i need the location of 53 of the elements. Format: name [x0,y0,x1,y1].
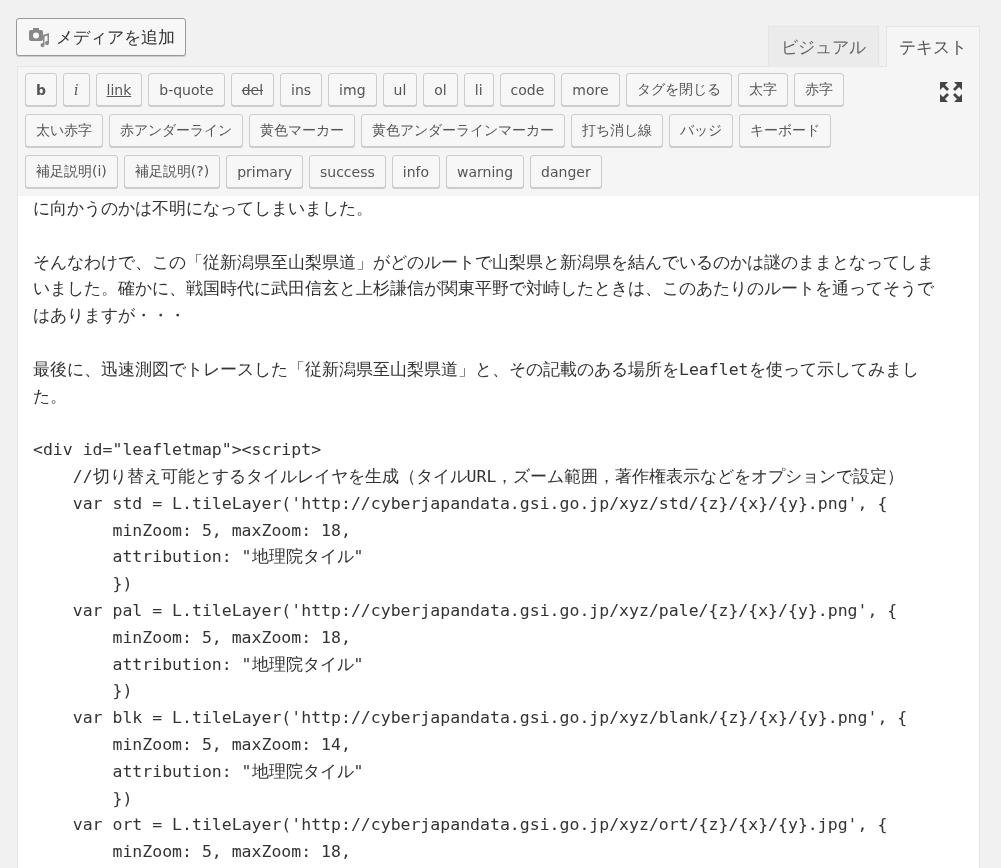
format-button[interactable]: info [391,155,440,188]
format-button[interactable]: del [230,73,275,106]
format-button[interactable]: ins [280,73,323,106]
code-line: minZoom: 5, maxZoom: 18, [111,519,352,542]
format-button[interactable]: 補足説明(i) [25,155,118,188]
format-button[interactable]: 黄色マーカー [249,114,355,147]
code-line: <div id="leafletmap"><script> [33,439,323,462]
format-button[interactable]: i [63,73,90,106]
code-line: attribution: "地理院タイル" [111,546,365,569]
format-button[interactable]: success [309,155,386,188]
code-line: minZoom: 5, maxZoom: 14, [111,733,352,756]
code-line: minZoom: 5, maxZoom: 18, [111,841,352,864]
format-button[interactable]: warning [446,155,525,188]
format-button[interactable]: more [561,73,620,106]
format-button[interactable]: キーボード [739,114,831,147]
format-button[interactable]: ul [382,73,418,106]
fullscreen-icon[interactable] [939,81,963,103]
format-button[interactable]: li [463,73,494,106]
format-button[interactable]: 太い赤字 [25,114,103,147]
format-button[interactable]: b [25,73,58,106]
format-button[interactable]: 赤字 [793,73,844,106]
format-button[interactable]: code [499,73,556,106]
format-button[interactable]: 黄色アンダーラインマーカー [361,114,565,147]
camera-music-icon [28,26,50,48]
code-line: attribution: "地理院タイル" [111,653,365,676]
code-line: var ort = L.tileLayer('http://cyberjapandata.gsi.go.jp/xyz/ort/{z}/{x}/{y}.jpg', { [71,814,889,837]
code-line: //切り替え可能とするタイルレイヤを生成（タイルURL，ズーム範囲，著作権表示などをオプションで設定） [71,465,906,488]
format-button[interactable]: link [95,73,143,106]
format-button[interactable]: バッジ [669,114,733,147]
paragraph-text: そんなわけで、この「従新潟県至山梨県道」がどのルートで山梨県と新潟県を結んでいるのかは謎のままとなってしまいました。確かに、戦国時代に武田信玄と上杉謙信が関東平野で対峙したときは、このあたりのルートを通ってそうではありますが・・・ [33,251,935,328]
format-button[interactable]: img [328,73,377,106]
code-line: var pal = L.tileLayer('http://cyberjapandata.gsi.go.jp/xyz/pale/{z}/{x}/{y}.png', { [71,599,899,622]
format-button[interactable]: 打ち消し線 [571,114,663,147]
format-button[interactable]: primary [226,155,303,188]
format-button[interactable]: 赤アンダーライン [109,114,243,147]
format-button[interactable]: b-quote [148,73,225,106]
code-line: var blk = L.tileLayer('http://cyberjapandata.gsi.go.jp/xyz/blank/{z}/{x}/{y}.png', { [71,707,909,730]
code-line: var std = L.tileLayer('http://cyberjapandata.gsi.go.jp/xyz/std/{z}/{x}/{y}.png', { [71,492,889,515]
code-line: }) [111,680,134,703]
editor-tab[interactable]: ビジュアル [768,26,879,67]
format-button[interactable]: 補足説明(?) [123,155,221,188]
format-button[interactable]: タグを閉じる [625,73,732,106]
format-button[interactable]: danger [530,155,602,188]
code-line: attribution: "地理院タイル" [111,760,365,783]
code-line: }) [111,787,134,810]
paragraph-text: に向かうのかは不明になってしまいました。 [33,198,374,220]
code-line: }) [111,573,134,596]
editor-tab[interactable]: テキスト [886,26,980,67]
paragraph-text: 最後に、迅速測図でトレースした「従新潟県至山梨県道」と、その記載のある場所をLeafletを使って示してみました。 [33,358,920,408]
code-line: minZoom: 5, maxZoom: 18, [111,626,352,649]
format-button[interactable]: 太字 [737,73,788,106]
format-button[interactable]: ol [423,73,458,106]
add-media-button[interactable]: メディアを追加 [16,18,186,56]
